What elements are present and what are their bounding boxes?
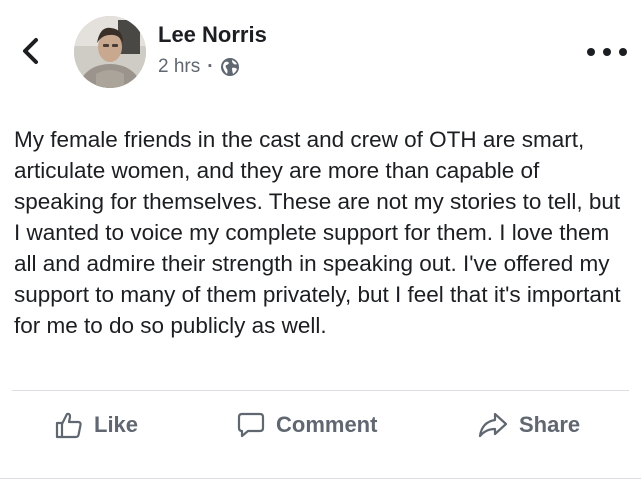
more-dot-icon	[619, 48, 627, 56]
avatar[interactable]	[74, 16, 146, 88]
share-arrow-icon	[478, 412, 508, 438]
globe-icon	[220, 58, 239, 76]
facebook-post: Lee Norris 2 hrs · My female friends in …	[0, 0, 641, 485]
post-meta: 2 hrs ·	[158, 56, 240, 78]
meta-separator: ·	[207, 56, 214, 77]
back-button[interactable]	[18, 36, 44, 66]
share-label: Share	[519, 412, 581, 437]
more-dot-icon	[587, 48, 595, 56]
comment-bubble-icon	[237, 412, 265, 438]
comment-label: Comment	[276, 412, 378, 437]
share-button[interactable]: Share	[477, 406, 580, 444]
divider	[12, 390, 629, 391]
like-label: Like	[94, 412, 139, 437]
divider	[0, 478, 641, 479]
chevron-left-icon	[23, 38, 38, 64]
comment-button[interactable]: Comment	[236, 406, 377, 444]
thumbs-up-icon	[55, 412, 82, 439]
like-button[interactable]: Like	[54, 406, 138, 444]
profile-photo	[74, 16, 146, 88]
more-options-button[interactable]	[587, 42, 627, 62]
more-dot-icon	[603, 48, 611, 56]
post-timestamp[interactable]: 2 hrs	[158, 56, 200, 78]
author-name[interactable]: Lee Norris	[158, 22, 267, 48]
post-text: My female friends in the cast and crew o…	[14, 127, 621, 338]
